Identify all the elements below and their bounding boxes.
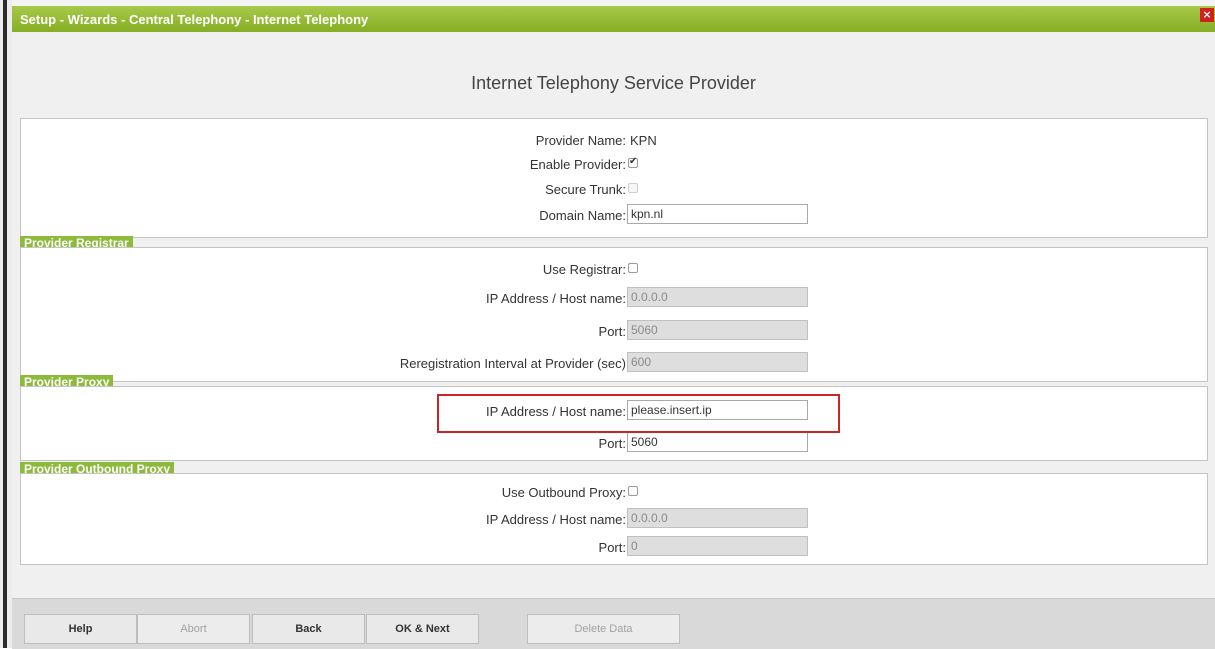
- registrar-ip-row: IP Address / Host name:: [21, 287, 1209, 309]
- back-button[interactable]: Back: [252, 614, 365, 644]
- provider-panel: Provider Name: KPN Enable Provider: ✔ Se…: [20, 118, 1208, 238]
- use-registrar-label: Use Registrar:: [542, 262, 626, 277]
- use-outbound-proxy-checkbox[interactable]: [628, 486, 638, 496]
- proxy-port-row: Port:: [21, 432, 1209, 454]
- secure-trunk-label: Secure Trunk:: [545, 182, 626, 197]
- registrar-port-input: [627, 320, 808, 340]
- reregistration-interval-label: Reregistration Interval at Provider (sec…: [399, 356, 626, 371]
- domain-name-label: Domain Name:: [539, 208, 626, 223]
- wizard-dialog: Setup - Wizards - Central Telephony - In…: [12, 6, 1215, 649]
- secure-trunk-checkbox: [628, 183, 638, 193]
- page-heading: Internet Telephony Service Provider: [471, 73, 756, 93]
- enable-provider-checkbox[interactable]: ✔: [628, 156, 638, 168]
- provider-name-row: Provider Name: KPN: [21, 129, 1209, 151]
- outbound-port-input: [627, 536, 808, 556]
- outbound-ip-input: [627, 508, 808, 528]
- registrar-panel: Use Registrar: IP Address / Host name: P…: [20, 247, 1208, 382]
- left-edge-bar: [3, 0, 7, 648]
- outbound-port-row: Port:: [21, 536, 1209, 558]
- registrar-port-label: Port:: [598, 324, 626, 339]
- ok-next-button[interactable]: OK & Next: [366, 614, 479, 644]
- delete-data-button: Delete Data: [527, 614, 680, 644]
- enable-provider-row: Enable Provider: ✔: [21, 153, 1209, 175]
- registrar-ip-label: IP Address / Host name:: [486, 291, 626, 306]
- provider-name-label: Provider Name:: [535, 133, 626, 148]
- use-outbound-proxy-label: Use Outbound Proxy:: [501, 485, 626, 500]
- proxy-port-input[interactable]: [627, 432, 808, 452]
- checkmark-icon: ✔: [629, 156, 638, 167]
- proxy-ip-row: IP Address / Host name:: [21, 400, 1209, 422]
- reregistration-row: Reregistration Interval at Provider (sec…: [21, 352, 1209, 374]
- dialog-title: Setup - Wizards - Central Telephony - In…: [20, 12, 369, 27]
- outbound-proxy-panel: Use Outbound Proxy: IP Address / Host na…: [20, 473, 1208, 565]
- registrar-ip-input: [627, 287, 808, 307]
- domain-name-input[interactable]: [627, 204, 808, 224]
- proxy-ip-label: IP Address / Host name:: [486, 404, 626, 419]
- help-button[interactable]: Help: [24, 614, 137, 644]
- outbound-ip-row: IP Address / Host name:: [21, 508, 1209, 530]
- use-outbound-proxy-row: Use Outbound Proxy:: [21, 481, 1209, 503]
- dialog-titlebar: Setup - Wizards - Central Telephony - In…: [12, 6, 1215, 32]
- reregistration-interval-input: [627, 352, 808, 372]
- close-icon[interactable]: ×: [1200, 8, 1214, 22]
- left-window-edge: [0, 0, 12, 648]
- outbound-ip-label: IP Address / Host name:: [486, 512, 626, 527]
- provider-name-value: KPN: [630, 133, 657, 148]
- abort-button: Abort: [137, 614, 250, 644]
- domain-name-row: Domain Name:: [21, 204, 1209, 226]
- proxy-port-label: Port:: [598, 436, 626, 451]
- wizard-footer: Help Abort Back OK & Next Delete Data: [12, 598, 1215, 649]
- proxy-ip-input[interactable]: [627, 400, 808, 420]
- outbound-port-label: Port:: [598, 540, 626, 555]
- use-registrar-checkbox[interactable]: [628, 263, 638, 273]
- secure-trunk-row: Secure Trunk:: [21, 178, 1209, 200]
- enable-provider-label: Enable Provider:: [529, 157, 626, 172]
- registrar-port-row: Port:: [21, 320, 1209, 342]
- proxy-panel: IP Address / Host name: Port:: [20, 386, 1208, 461]
- use-registrar-row: Use Registrar:: [21, 258, 1209, 280]
